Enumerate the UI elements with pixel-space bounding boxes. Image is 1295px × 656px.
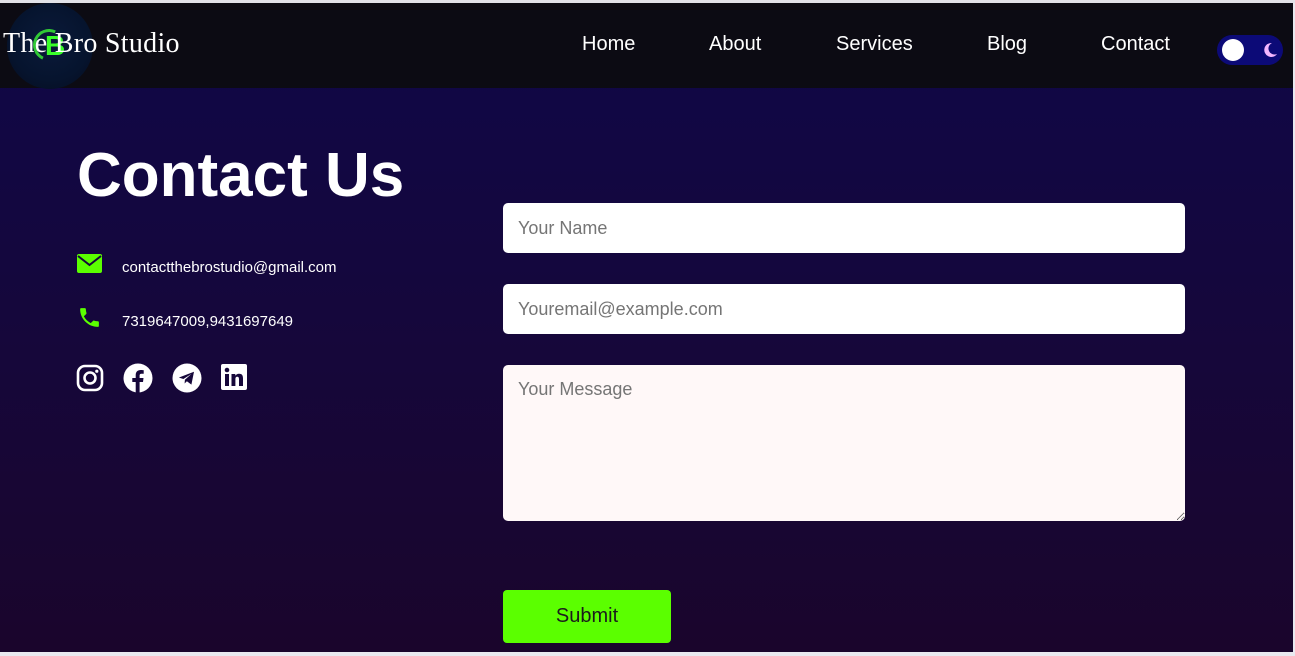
nav-about[interactable]: About xyxy=(709,33,761,56)
page: B The Bro Studio Home About Services Blo… xyxy=(0,3,1293,652)
contact-email[interactable]: contactthebrostudio@gmail.com xyxy=(122,259,337,276)
nav-home[interactable]: Home xyxy=(582,33,635,56)
moon-icon xyxy=(1264,42,1277,57)
message-textarea[interactable] xyxy=(503,365,1185,521)
navbar: B The Bro Studio Home About Services Blo… xyxy=(0,3,1293,89)
brand-name[interactable]: The Bro Studio xyxy=(3,28,180,60)
name-input[interactable] xyxy=(503,203,1185,253)
contact-phone[interactable]: 7319647009,9431697649 xyxy=(122,313,293,330)
email-input[interactable] xyxy=(503,284,1185,334)
instagram-icon[interactable] xyxy=(75,363,105,393)
page-title: Contact Us xyxy=(77,141,405,210)
telegram-icon[interactable] xyxy=(172,363,202,393)
email-icon xyxy=(77,254,102,273)
toggle-knob xyxy=(1222,39,1244,61)
phone-icon xyxy=(80,308,99,327)
theme-toggle[interactable] xyxy=(1217,35,1283,65)
nav-contact[interactable]: Contact xyxy=(1101,33,1170,56)
facebook-icon[interactable] xyxy=(123,363,153,393)
nav-blog[interactable]: Blog xyxy=(987,33,1027,56)
nav-services[interactable]: Services xyxy=(836,33,913,56)
linkedin-icon[interactable] xyxy=(220,363,250,393)
submit-button[interactable]: Submit xyxy=(503,590,671,643)
